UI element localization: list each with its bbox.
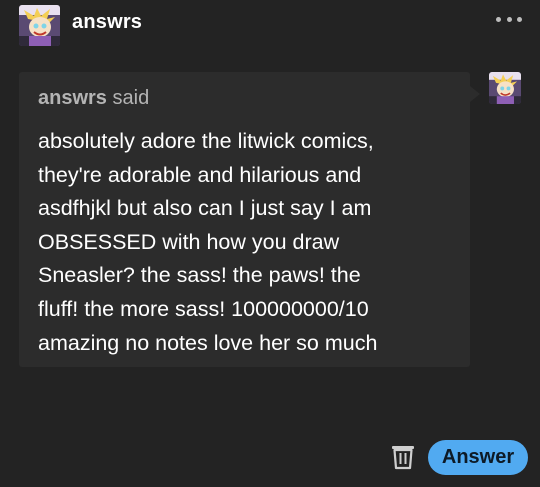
blog-username[interactable]: answrs: [72, 11, 142, 33]
question-line: asdfhjkl but also can I just say I am: [38, 196, 372, 221]
question-line: fluff! the more sass! 100000000/10: [38, 296, 369, 321]
blog-avatar[interactable]: [19, 5, 60, 46]
asker-username[interactable]: answrs: [38, 87, 107, 109]
trash-icon: [392, 446, 414, 470]
ask-card: answrs said absolutely adore the litwick…: [19, 72, 480, 367]
more-options-button[interactable]: [496, 12, 522, 26]
asker-line: answrs said: [38, 86, 149, 110]
question-line: OBSESSED with how you draw: [38, 229, 340, 254]
said-label: said: [112, 87, 150, 109]
more-options-icon-dot: [506, 16, 512, 22]
asker-avatar[interactable]: [489, 72, 521, 104]
question-line: Sneasler? the sass! the paws! the: [38, 263, 361, 288]
question-text: absolutely adore the litwick comics, the…: [38, 125, 453, 360]
answer-button[interactable]: Answer: [428, 440, 528, 475]
more-options-icon: [496, 16, 501, 22]
question-line: absolutely adore the litwick comics,: [38, 129, 374, 153]
more-options-icon-dot: [517, 16, 522, 22]
question-line: they're adorable and hilarious and: [38, 162, 362, 187]
cartoon-character-avatar-icon: [489, 72, 521, 104]
delete-button[interactable]: [391, 444, 415, 470]
question-line: amazing no notes love her so much: [38, 330, 378, 355]
cartoon-character-avatar-icon: [19, 5, 60, 46]
